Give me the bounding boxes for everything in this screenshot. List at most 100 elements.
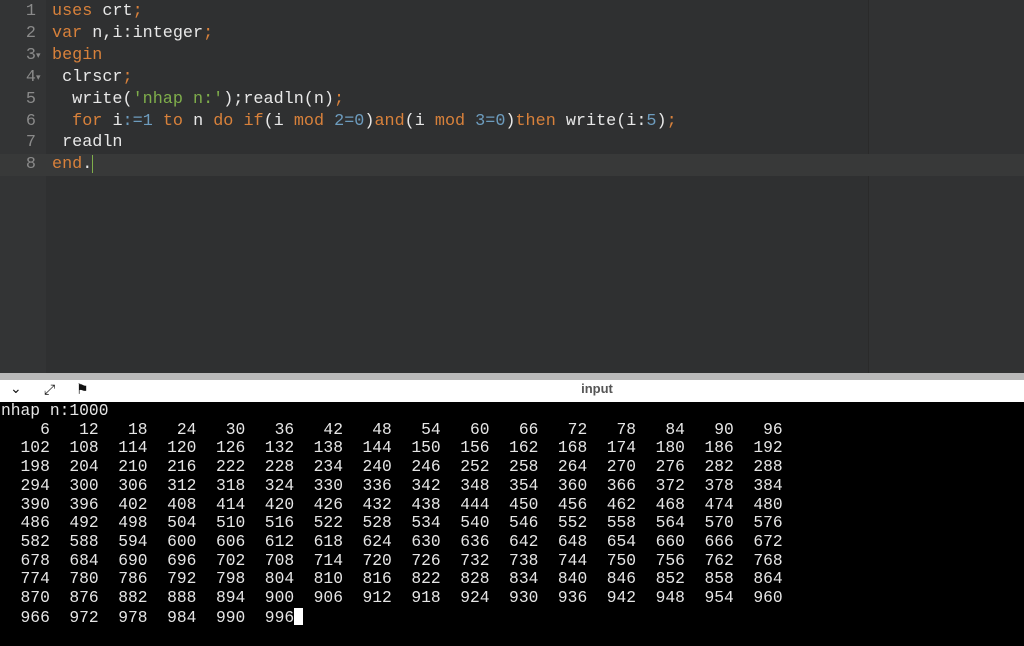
code-token: and [374, 111, 405, 131]
code-token: uses [52, 2, 93, 21]
line-number: 5 [25, 89, 36, 109]
code-token: end [52, 155, 83, 175]
console-line-text: 294 300 306 312 318 324 330 336 342 348 … [1, 475, 783, 495]
code-token: . [82, 155, 93, 175]
code-token: ; [203, 23, 214, 43]
code-token: 5 [646, 111, 657, 131]
code-token: );readln(n) [223, 89, 334, 109]
console-line: 198 204 210 216 222 228 234 240 246 252 … [1, 457, 1024, 477]
console-line: 294 300 306 312 318 324 330 336 342 348 … [1, 475, 1024, 496]
console-line: 774 780 786 792 798 804 810 816 822 828 … [1, 569, 1024, 589]
code-token: ; [122, 67, 133, 87]
code-token: ; [334, 89, 345, 109]
console-line: 102 108 114 120 126 132 138 144 150 156 … [1, 439, 1024, 458]
line-number: 2 [25, 23, 36, 43]
code-token: 0 [495, 111, 506, 131]
code-text: begin [52, 45, 102, 67]
code-text: clrscr; [52, 67, 133, 89]
line-number: 3 [25, 45, 36, 65]
code-line[interactable]: 5 write('nhap n:');readln(n); [0, 89, 1024, 111]
code-token: (i [404, 111, 435, 131]
console-line-text: 102 108 114 120 126 132 138 144 150 156 … [1, 438, 783, 458]
console-line-text: 774 780 786 792 798 804 810 816 822 828 … [1, 569, 783, 589]
code-token: crt [92, 2, 133, 21]
code-token: = [485, 111, 496, 131]
code-token: 'nhap n:' [132, 89, 224, 109]
console-output[interactable]: nhap n:1000 6 12 18 24 30 36 42 48 54 60… [0, 401, 1024, 646]
console-line-text: 678 684 690 696 702 708 714 720 726 732 … [1, 550, 783, 570]
code-token: 1 [142, 111, 153, 131]
line-number: 4 [25, 67, 36, 87]
console-line-text: 582 588 594 600 606 612 618 624 630 636 … [1, 531, 783, 551]
console-line: 870 876 882 888 894 900 906 912 918 924 … [1, 588, 1024, 608]
code-token: then [515, 111, 556, 131]
code-line[interactable]: 1 uses crt; [0, 1, 1024, 23]
code-line[interactable]: 4 ▾ clrscr; [0, 67, 1024, 89]
code-editor[interactable]: 1 uses crt; 2 var n,i:integer; 3 ▾ begin 4 ▾ clr… [0, 0, 1024, 373]
code-token: i [102, 111, 123, 131]
code-line[interactable]: 7 readln [0, 132, 1024, 154]
code-token: 0 [354, 111, 365, 131]
fold-toggle-icon[interactable]: ▾ [36, 67, 41, 89]
code-text: write('nhap n:');readln(n); [52, 89, 344, 111]
code-token: mod [293, 111, 325, 131]
console-line: nhap n:1000 [1, 401, 1024, 421]
code-line[interactable]: 8 end. [0, 154, 1024, 177]
console-line: 582 588 594 600 606 612 618 624 630 636 … [1, 531, 1024, 552]
line-number: 6 [25, 111, 36, 131]
code-line[interactable]: 6 for i:=1 to n do if(i mod 2=0)and(i mo… [0, 111, 1024, 133]
code-token: do [213, 111, 234, 131]
console-line-text: 6 12 18 24 30 36 42 48 54 60 66 72 78 84… [1, 419, 783, 439]
code-token: for [72, 111, 103, 131]
code-token: n,i:integer [82, 23, 204, 43]
console-line-text: 966 972 978 984 990 996 [1, 607, 295, 627]
console-line-text: 870 876 882 888 894 900 906 912 918 924 … [1, 588, 783, 608]
code-token: (i [263, 111, 294, 131]
code-token: ) [656, 111, 667, 131]
code-token: readln [52, 133, 123, 153]
code-token: 3 [475, 111, 486, 131]
console-toolbar: ⌄ ⤢ ⚑ input [0, 380, 1024, 402]
console-line: 6 12 18 24 30 36 42 48 54 60 66 72 78 84… [1, 419, 1024, 440]
code-token: write(i: [555, 111, 647, 131]
text-cursor [92, 154, 94, 173]
code-token: ; [132, 2, 143, 21]
line-number: 1 [25, 2, 36, 21]
line-number: 7 [25, 133, 36, 153]
code-token: ) [364, 111, 375, 131]
code-token: to [162, 111, 183, 131]
code-token: var [52, 23, 83, 43]
code-text: var n,i:integer; [52, 23, 213, 45]
code-token: ) [505, 111, 516, 131]
code-text: uses crt; [52, 1, 143, 23]
code-token: mod [434, 111, 466, 131]
code-token: 2 [334, 111, 345, 131]
console-line: 486 492 498 504 510 516 522 528 534 540 … [1, 513, 1024, 533]
console-line: 678 684 690 696 702 708 714 720 726 732 … [1, 550, 1024, 571]
console-line-text: 486 492 498 504 510 516 522 528 534 540 … [1, 513, 783, 533]
code-text: for i:=1 to n do if(i mod 2=0)and(i mod … [52, 111, 677, 133]
code-token: clrscr [52, 67, 123, 87]
code-token: begin [52, 45, 103, 65]
code-line[interactable]: 3 ▾ begin [0, 45, 1024, 67]
code-token: n [183, 111, 214, 131]
console-title: input [581, 381, 613, 396]
console-line: 390 396 402 408 414 420 426 432 438 444 … [1, 494, 1024, 515]
console-line-text: 390 396 402 408 414 420 426 432 438 444 … [1, 494, 783, 514]
fold-toggle-icon[interactable]: ▾ [36, 45, 41, 67]
console-line-text: 198 204 210 216 222 228 234 240 246 252 … [1, 457, 783, 477]
panel-resize-handle[interactable] [0, 373, 1024, 380]
terminal-cursor [294, 607, 304, 625]
line-number: 8 [25, 155, 36, 175]
code-token: := [122, 111, 143, 131]
code-token: if [243, 111, 264, 131]
code-text: end. [52, 154, 94, 176]
console-line-text: nhap n:1000 [1, 401, 109, 420]
code-token: ; [666, 111, 677, 131]
code-line[interactable]: 2 var n,i:integer; [0, 23, 1024, 45]
